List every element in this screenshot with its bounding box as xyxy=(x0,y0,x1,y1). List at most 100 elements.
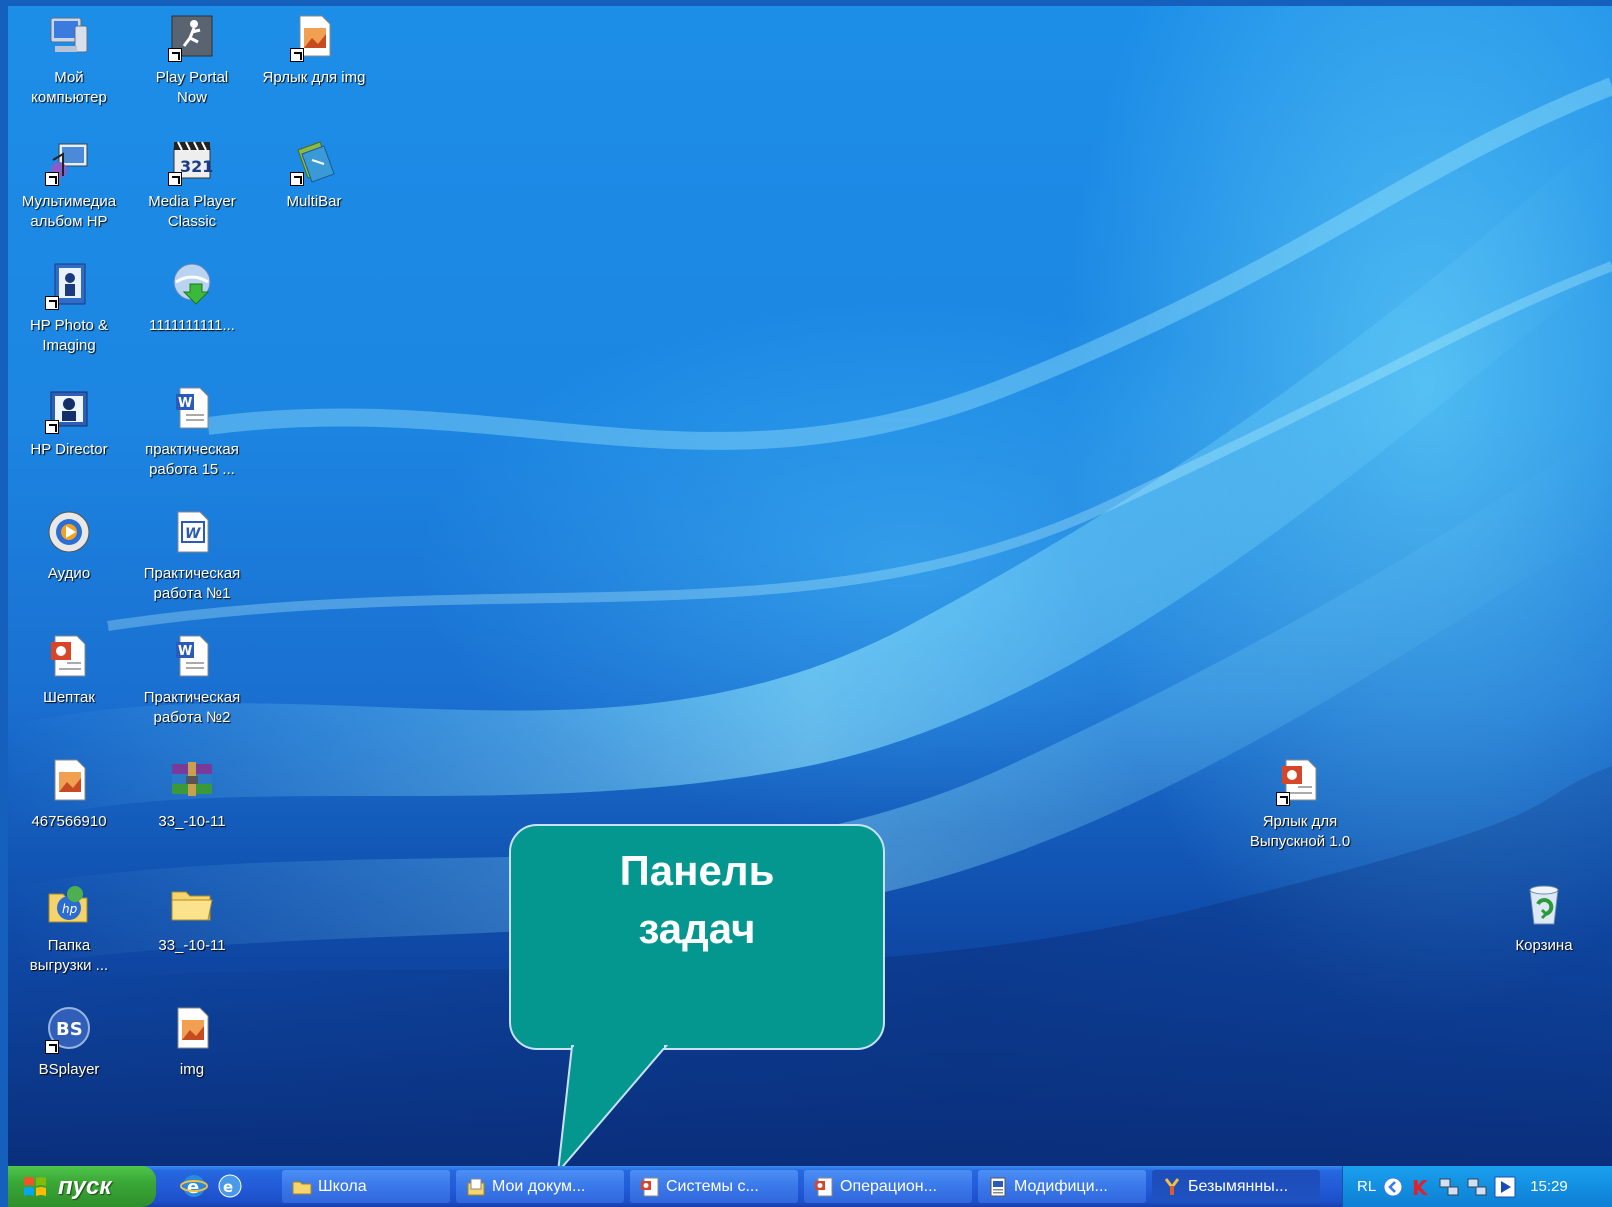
icon-label: Практическая работа №2 xyxy=(143,689,241,726)
document-icon xyxy=(990,1177,1006,1196)
media-play-icon[interactable] xyxy=(1494,1176,1516,1198)
desktop-icon-hp-director[interactable]: HP Director xyxy=(9,382,129,492)
windows-logo-icon xyxy=(24,1176,46,1196)
icon-label: Play Portal Now xyxy=(155,69,229,106)
icon-label: Мультимедиа альбом HP xyxy=(21,193,117,230)
svg-text:e: e xyxy=(223,1178,233,1196)
desktop-icon-recycle-bin[interactable]: Корзина xyxy=(1484,878,1604,988)
desktop-icon-practical-work-2[interactable]: W Практическая работа №2 xyxy=(132,630,252,740)
desktop-icon-img-shortcut[interactable]: Ярлык для img xyxy=(254,10,374,120)
taskbar-button-systems[interactable]: Системы с... xyxy=(630,1170,798,1203)
image-file-icon xyxy=(166,1002,218,1054)
show-hidden-icons-icon[interactable] xyxy=(1382,1176,1404,1198)
start-button[interactable]: пуск xyxy=(8,1166,156,1207)
desktop-icon-folder-33[interactable]: 33_-10-11 xyxy=(132,878,252,988)
icon-label: 33_-10-11 xyxy=(158,937,226,954)
svg-text:K: K xyxy=(1412,1176,1429,1198)
download-icon xyxy=(166,258,218,310)
image-file-icon xyxy=(43,754,95,806)
my-computer-icon xyxy=(43,10,95,62)
documents-icon xyxy=(467,1178,485,1195)
start-label: пуск xyxy=(58,1172,112,1200)
taskbar-button-modification[interactable]: Модифици... xyxy=(978,1170,1146,1203)
powerpoint-shortcut-icon xyxy=(1274,754,1326,806)
desktop-icon-practical-work-15[interactable]: W практическая работа 15 ... xyxy=(132,382,252,492)
word-document-icon: W xyxy=(166,630,218,682)
folder-icon xyxy=(166,878,218,930)
taskbar-button-school[interactable]: Школа xyxy=(282,1170,450,1203)
icon-label: Аудио xyxy=(47,565,91,582)
icon-label: Корзина xyxy=(1515,937,1573,954)
recycle-bin-icon xyxy=(1518,878,1570,930)
callout-line-1: Панель xyxy=(619,847,775,894)
icon-label: Папка выгрузки ... xyxy=(29,937,109,974)
icon-label: Практическая работа №1 xyxy=(143,565,241,602)
icon-label: Ярлык для img xyxy=(262,69,366,86)
svg-text:W: W xyxy=(185,526,201,542)
desktop-icon-sheptak[interactable]: Шептак xyxy=(9,630,129,740)
folder-icon xyxy=(292,1181,312,1194)
network-icon[interactable] xyxy=(1438,1176,1460,1198)
callout-text: Панель задач xyxy=(509,842,885,958)
icon-label: BSplayer xyxy=(38,1061,100,1078)
taskbar-button-label: Системы с... xyxy=(666,1177,759,1195)
icon-label: практическая работа 15 ... xyxy=(145,441,239,478)
desktop-icon-media-player-classic[interactable]: 321 Media Player Classic xyxy=(132,134,252,244)
paint-icon xyxy=(1164,1177,1180,1195)
desktop-icon-upload-folder[interactable]: hp Папка выгрузки ... xyxy=(9,878,129,988)
taskbar-button-label: Модифици... xyxy=(1014,1177,1108,1195)
svg-text:W: W xyxy=(178,396,192,411)
multimedia-album-icon xyxy=(43,134,95,186)
icon-label: HP Director xyxy=(30,441,108,458)
icon-label: Media Player Classic xyxy=(148,193,236,230)
kaspersky-icon[interactable]: K xyxy=(1410,1176,1432,1198)
outlook-express-icon[interactable]: e xyxy=(216,1172,244,1200)
clock[interactable]: 15:29 xyxy=(1530,1178,1568,1195)
taskbar-button-operating[interactable]: Операцион... xyxy=(804,1170,972,1203)
taskbar: пуск e e Школа Мои докум... Системы с...… xyxy=(8,1166,1612,1207)
callout-line-2: задач xyxy=(638,905,756,952)
icon-label: Шептак xyxy=(43,689,95,706)
word-document-icon: W xyxy=(166,382,218,434)
taskbar-button-untitled[interactable]: Безымянны... xyxy=(1152,1170,1320,1203)
taskbar-button-my-documents[interactable]: Мои докум... xyxy=(456,1170,624,1203)
icon-label: 467566910 xyxy=(31,813,107,830)
quick-launch: e e xyxy=(180,1172,244,1200)
language-indicator[interactable]: RL xyxy=(1357,1178,1376,1195)
powerpoint-icon xyxy=(43,630,95,682)
powerpoint-icon xyxy=(815,1177,833,1196)
icon-label: HP Photo & Imaging xyxy=(29,317,109,354)
icon-label: img xyxy=(179,1061,205,1078)
multibar-icon xyxy=(288,134,340,186)
svg-text:321: 321 xyxy=(180,157,213,176)
icon-label: Ярлык для Выпускной 1.0 xyxy=(1249,813,1351,850)
desktop-icon-multimedia-album[interactable]: Мультимедиа альбом HP xyxy=(9,134,129,244)
audio-icon xyxy=(43,506,95,558)
desktop-icon-467566910[interactable]: 467566910 xyxy=(9,754,129,864)
hp-folder-icon: hp xyxy=(43,878,95,930)
desktop-icon-img[interactable]: img xyxy=(132,1002,252,1112)
internet-explorer-icon[interactable]: e xyxy=(180,1172,208,1200)
icon-label: Мой компьютер xyxy=(31,69,107,106)
desktop-icon-play-portal[interactable]: Play Portal Now xyxy=(132,10,252,120)
desktop-icon-hp-photo[interactable]: HP Photo & Imaging xyxy=(9,258,129,368)
desktop-icon-archive-33[interactable]: 33_-10-11 xyxy=(132,754,252,864)
word-document-icon: W xyxy=(166,506,218,558)
network-icon-2[interactable] xyxy=(1466,1176,1488,1198)
icon-label: MultiBar xyxy=(286,193,342,210)
svg-text:BS: BS xyxy=(56,1019,83,1040)
desktop-icon-audio[interactable]: Аудио xyxy=(9,506,129,616)
desktop-icon-1111111111[interactable]: 1111111111... xyxy=(132,258,252,368)
powerpoint-icon xyxy=(641,1177,659,1196)
desktop-icon-multibar[interactable]: MultiBar xyxy=(254,134,374,244)
desktop-icon-bsplayer[interactable]: BS BSplayer xyxy=(9,1002,129,1112)
taskbar-button-label: Безымянны... xyxy=(1188,1177,1289,1195)
desktop-icon-my-computer[interactable]: Мой компьютер xyxy=(9,10,129,120)
hp-photo-icon xyxy=(43,258,95,310)
taskbar-button-label: Операцион... xyxy=(840,1177,937,1195)
media-player-icon: 321 xyxy=(166,134,218,186)
bsplayer-icon: BS xyxy=(43,1002,95,1054)
desktop-icon-graduation-shortcut[interactable]: Ярлык для Выпускной 1.0 xyxy=(1240,754,1360,864)
desktop-icon-practical-work-1[interactable]: W Практическая работа №1 xyxy=(132,506,252,616)
svg-text:W: W xyxy=(178,644,192,659)
